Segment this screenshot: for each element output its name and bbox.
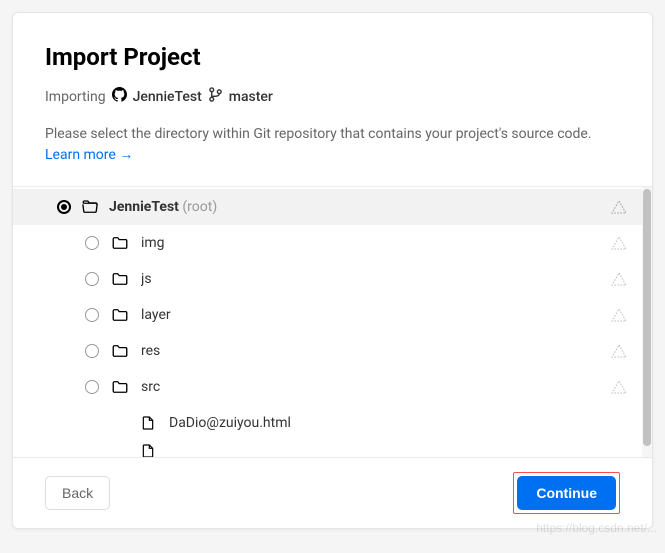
branch-name: master <box>229 89 273 105</box>
tree-row-file[interactable]: DaDio@zuiyou.html <box>13 405 642 441</box>
folder-icon <box>111 378 129 396</box>
folder-icon <box>111 306 129 324</box>
folder-open-icon <box>81 198 99 216</box>
tree-row-folder[interactable]: js <box>13 261 642 297</box>
framework-icon <box>610 342 628 360</box>
tree-row-file-partial[interactable] <box>13 441 642 457</box>
description-text: Please select the directory within Git r… <box>45 126 592 142</box>
github-icon <box>112 87 127 106</box>
folder-icon <box>111 234 129 252</box>
folder-icon <box>111 270 129 288</box>
modal-header: Import Project Importing JennieTest mast… <box>13 13 652 186</box>
modal-footer: Back Continue <box>13 457 652 528</box>
description: Please select the directory within Git r… <box>45 124 620 166</box>
file-tree-container: JennieTest (root) img <box>13 186 652 457</box>
tree-item-label: layer <box>141 307 598 323</box>
tree-row-root[interactable]: JennieTest (root) <box>13 189 642 225</box>
continue-button[interactable]: Continue <box>517 476 616 510</box>
tree-row-folder[interactable]: src <box>13 369 642 405</box>
radio-icon[interactable] <box>85 380 99 394</box>
radio-icon[interactable] <box>85 344 99 358</box>
radio-icon[interactable] <box>85 236 99 250</box>
importing-info: Importing JennieTest master <box>45 87 620 106</box>
file-tree[interactable]: JennieTest (root) img <box>13 187 642 457</box>
framework-icon <box>610 306 628 324</box>
back-button[interactable]: Back <box>45 476 110 510</box>
tree-item-label: img <box>141 235 598 251</box>
framework-icon <box>610 378 628 396</box>
tree-item-label: DaDio@zuiyou.html <box>169 415 628 431</box>
importing-label: Importing <box>45 89 106 105</box>
radio-icon[interactable] <box>85 272 99 286</box>
radio-selected-icon[interactable] <box>57 200 71 214</box>
repo-name: JennieTest <box>133 89 202 105</box>
scrollbar[interactable] <box>642 187 652 457</box>
tree-item-label: res <box>141 343 598 359</box>
import-project-modal: Import Project Importing JennieTest mast… <box>12 12 653 529</box>
tree-item-label: src <box>141 379 598 395</box>
scrollbar-thumb[interactable] <box>643 189 651 446</box>
tree-row-folder[interactable]: img <box>13 225 642 261</box>
learn-more-link[interactable]: Learn more → <box>45 147 133 163</box>
tree-row-folder[interactable]: layer <box>13 297 642 333</box>
folder-icon <box>111 342 129 360</box>
tree-item-label: js <box>141 271 598 287</box>
branch-icon <box>208 87 223 106</box>
radio-icon[interactable] <box>85 308 99 322</box>
page-title: Import Project <box>45 43 620 71</box>
framework-icon <box>610 234 628 252</box>
continue-highlight: Continue <box>513 472 620 514</box>
file-icon <box>139 442 157 457</box>
tree-row-folder[interactable]: res <box>13 333 642 369</box>
framework-icon <box>610 270 628 288</box>
framework-icon <box>610 198 628 216</box>
file-icon <box>139 414 157 432</box>
tree-item-label: JennieTest (root) <box>109 199 600 215</box>
